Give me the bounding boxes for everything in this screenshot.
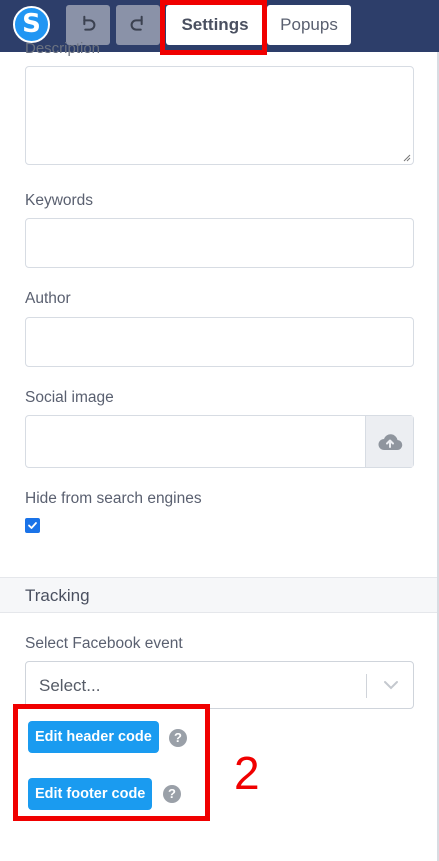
keywords-label: Keywords bbox=[25, 192, 94, 209]
tab-settings[interactable]: Settings bbox=[166, 5, 264, 45]
facebook-event-placeholder: Select... bbox=[39, 676, 101, 695]
help-icon[interactable]: ? bbox=[169, 729, 187, 747]
facebook-event-label: Select Facebook event bbox=[25, 635, 183, 652]
edit-footer-code-button[interactable]: Edit footer code bbox=[28, 778, 153, 810]
help-icon[interactable]: ? bbox=[163, 785, 181, 803]
select-separator bbox=[366, 674, 367, 698]
keywords-input[interactable] bbox=[25, 218, 414, 268]
edit-header-code-button[interactable]: Edit header code bbox=[28, 721, 159, 753]
tracking-section-header[interactable]: Tracking bbox=[0, 577, 439, 613]
upload-button[interactable] bbox=[365, 416, 413, 467]
check-icon bbox=[28, 522, 37, 529]
redo-button[interactable] bbox=[116, 5, 160, 45]
undo-icon bbox=[83, 15, 96, 31]
tracking-section-title: Tracking bbox=[25, 586, 90, 605]
description-textarea[interactable] bbox=[25, 66, 414, 165]
hide-from-search-checkbox[interactable] bbox=[25, 518, 40, 533]
author-label: Author bbox=[25, 290, 71, 307]
social-image-input[interactable] bbox=[25, 415, 414, 468]
app-logo[interactable]: S bbox=[13, 6, 50, 43]
description-label: Description bbox=[25, 40, 101, 57]
redo-icon bbox=[130, 15, 143, 31]
resize-grip-icon[interactable] bbox=[403, 154, 411, 162]
chevron-down-icon[interactable] bbox=[382, 678, 400, 692]
social-image-label: Social image bbox=[25, 389, 114, 406]
cloud-upload-icon bbox=[378, 433, 402, 450]
hide-from-search-label: Hide from search engines bbox=[25, 490, 202, 507]
undo-button[interactable] bbox=[66, 5, 110, 45]
facebook-event-select[interactable]: Select... bbox=[25, 661, 414, 709]
tab-popups[interactable]: Popups bbox=[267, 5, 351, 45]
author-input[interactable] bbox=[25, 317, 414, 367]
annotation-number-2: 2 bbox=[234, 747, 260, 799]
